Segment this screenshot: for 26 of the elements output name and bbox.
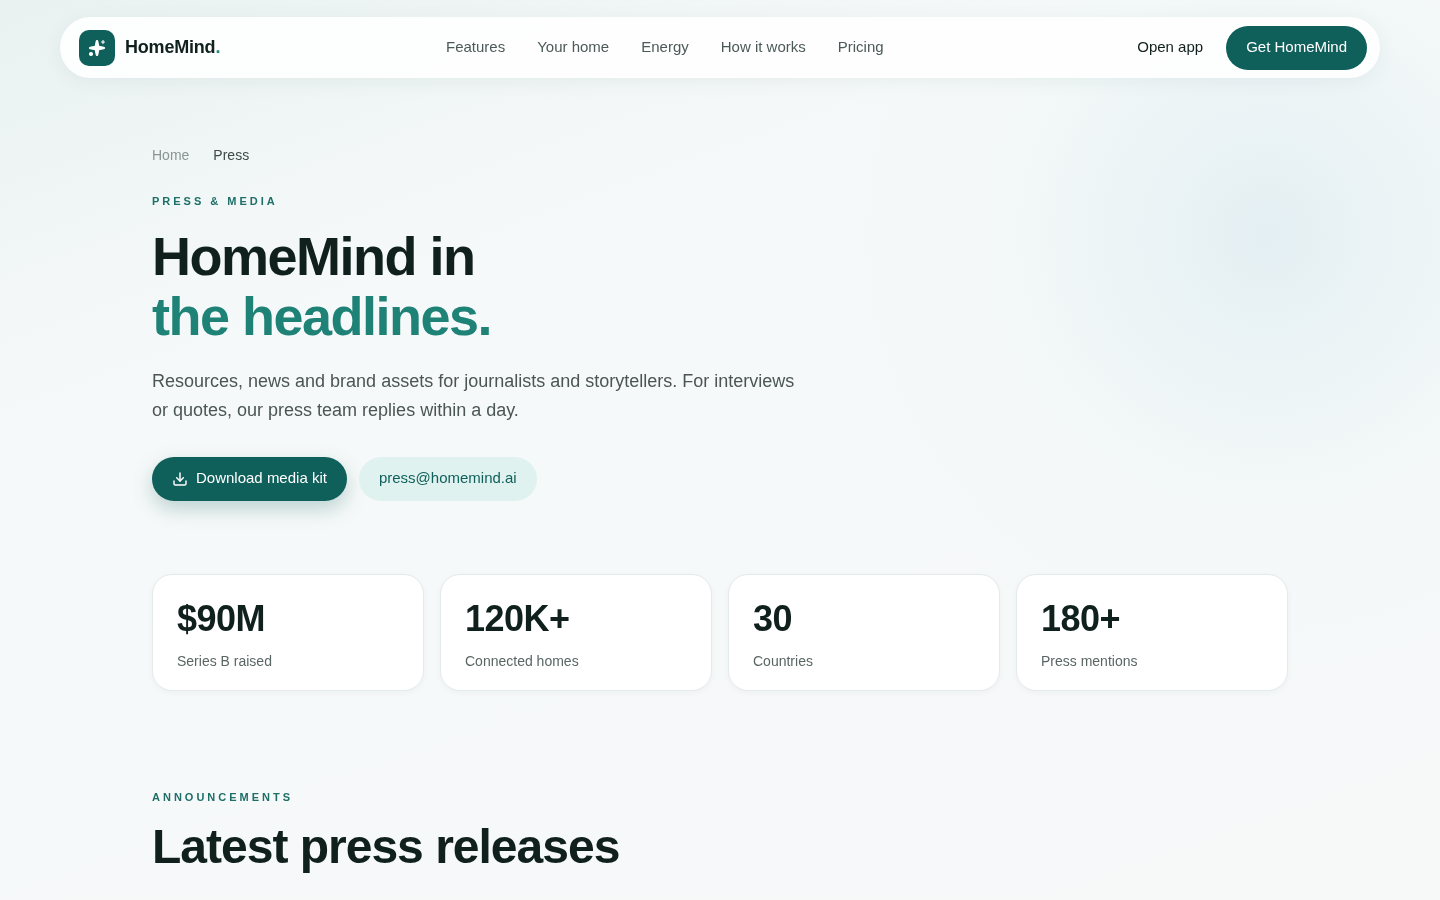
nav-link[interactable]: Features bbox=[446, 36, 506, 59]
hero-description: Resources, news and brand assets for journalists and storytellers. For interviews or quotes, our press team replies within a day. bbox=[152, 369, 796, 422]
nav-link[interactable]: Your home bbox=[537, 36, 610, 59]
nav-link[interactable]: Pricing bbox=[837, 36, 884, 59]
get-homemind-button[interactable]: Get HomeMind bbox=[1226, 25, 1367, 70]
hero-heading: HomeMind in the headlines. bbox=[152, 225, 492, 346]
stat-label: Press mentions bbox=[1041, 651, 1138, 671]
sparkle-logo-icon[interactable] bbox=[79, 29, 115, 66]
nav-link[interactable]: Energy bbox=[641, 36, 689, 59]
eyebrow-label: ANNOUNCEMENTS bbox=[152, 789, 294, 805]
breadcrumb-link[interactable]: Press bbox=[213, 144, 250, 166]
download-icon bbox=[172, 470, 188, 487]
brand-name[interactable]: HomeMind. bbox=[125, 34, 221, 61]
stat-value: 120K+ bbox=[465, 598, 570, 639]
stat-value: $90M bbox=[177, 598, 266, 639]
download-button[interactable]: Download media kit bbox=[152, 456, 347, 501]
stat-value: 180+ bbox=[1041, 598, 1121, 639]
stat-label: Series B raised bbox=[177, 651, 272, 671]
email-link[interactable]: press@homemind.ai bbox=[358, 456, 537, 501]
stat-label: Connected homes bbox=[465, 651, 579, 671]
section-heading: Latest press releases bbox=[152, 819, 620, 875]
open-app-link[interactable]: Open app bbox=[1137, 36, 1204, 59]
nav-link[interactable]: How it works bbox=[720, 36, 806, 59]
eyebrow-label: PRESS & MEDIA bbox=[152, 194, 278, 209]
stat-label: Countries bbox=[753, 651, 813, 671]
stat-value: 30 bbox=[753, 598, 793, 639]
